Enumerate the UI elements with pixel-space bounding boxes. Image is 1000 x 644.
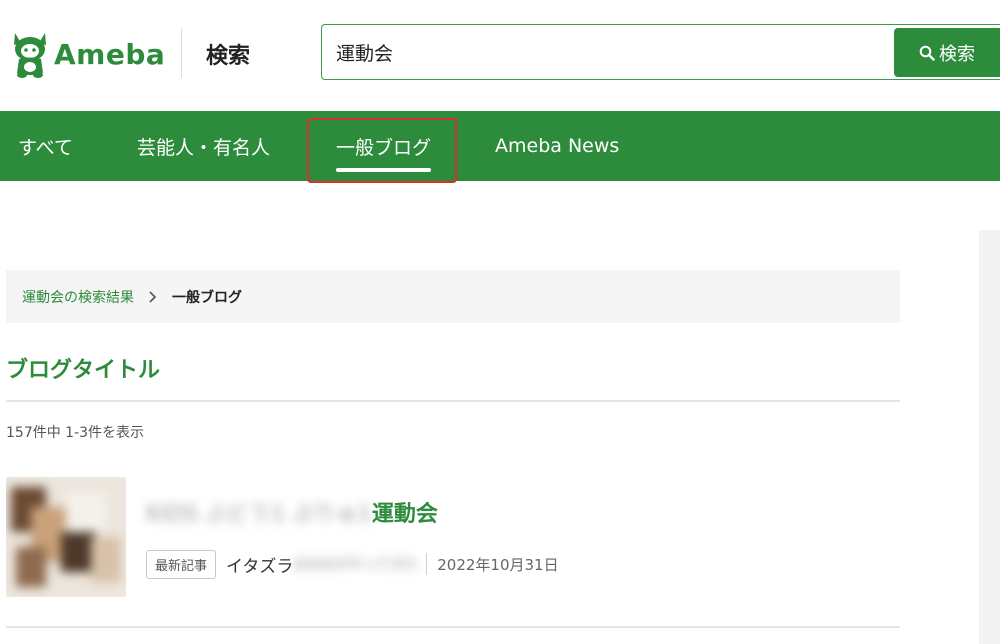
result-divider	[6, 626, 900, 628]
result-count: 157件中 1-3件を表示	[6, 425, 145, 441]
search-button[interactable]: 検索	[894, 28, 1000, 77]
section-title: ブログタイトル	[6, 358, 161, 383]
blurred-title-text: KIDS ぶどう1 ぷりゅ1	[146, 502, 372, 527]
result-title-link[interactable]: KIDS ぶどう1 ぷりゅ1 運動会	[146, 497, 438, 527]
post-date: 2022年10月31日	[437, 555, 559, 574]
breadcrumb-link-search-results[interactable]: 運動会の検索結果	[22, 287, 134, 307]
result-thumbnail[interactable]	[6, 477, 126, 597]
tab-general-blogs[interactable]: 一般ブログ	[336, 111, 432, 181]
tab-label: 芸能人・有名人	[137, 136, 271, 159]
result-title: 運動会	[371, 502, 438, 527]
author-name[interactable]: イタズラ	[226, 552, 293, 577]
ameba-logo[interactable]: Ameba	[10, 26, 165, 82]
search-section-label: 検索	[206, 44, 251, 69]
tab-celebrities[interactable]: 芸能人・有名人	[137, 111, 270, 181]
blurred-thumbnail-image	[6, 477, 126, 597]
category-nav: すべて 芸能人・有名人 一般ブログ Ameba News	[0, 111, 1000, 181]
chevron-right-icon	[148, 290, 158, 304]
logo-text: Ameba	[54, 37, 166, 71]
tab-ameba-news[interactable]: Ameba News	[495, 111, 619, 181]
tab-label: すべて	[18, 136, 73, 159]
search-button-label: 検索	[939, 43, 975, 65]
tab-all[interactable]: すべて	[18, 111, 73, 181]
blurred-author-text: おおおがやってきた	[293, 557, 419, 573]
logo-divider	[181, 28, 182, 78]
breadcrumb-current: 一般ブログ	[172, 289, 242, 306]
result-meta: 最新記事 イタズラ おおおがやってきた 2022年10月31日	[146, 549, 559, 579]
tab-label: 一般ブログ	[336, 136, 432, 159]
meta-divider	[426, 553, 428, 575]
latest-post-badge: 最新記事	[146, 549, 217, 579]
section-divider	[6, 400, 900, 402]
tab-label: Ameba News	[495, 135, 620, 157]
site-header: Ameba 検索 検索	[0, 0, 1000, 111]
right-sidebar	[979, 230, 1000, 644]
breadcrumb: 運動会の検索結果 一般ブログ	[6, 270, 900, 323]
ameba-mascot-icon	[14, 33, 46, 78]
search-input[interactable]	[336, 25, 886, 79]
active-tab-indicator	[336, 168, 432, 172]
search-icon	[919, 45, 935, 61]
